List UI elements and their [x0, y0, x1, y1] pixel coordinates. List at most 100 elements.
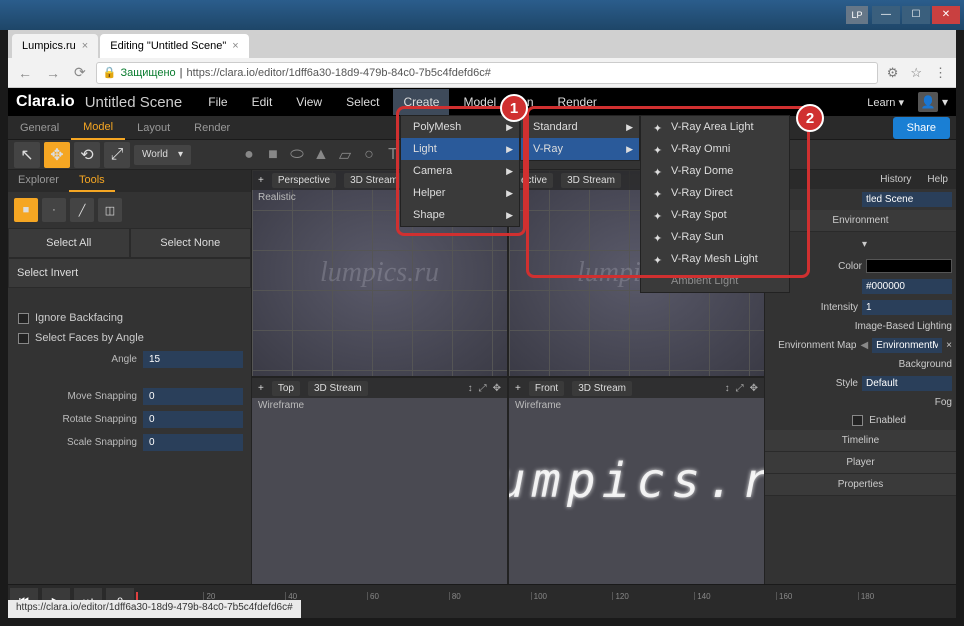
select-all-button[interactable]: Select All: [8, 228, 130, 258]
maximize-button[interactable]: ☐: [902, 6, 930, 24]
menu-vray-area[interactable]: ✦V-Ray Area Light: [641, 116, 789, 138]
style-input[interactable]: [862, 376, 952, 391]
vp-camera-label[interactable]: ective: [515, 173, 553, 188]
menu-render[interactable]: Render: [548, 89, 607, 115]
torus-icon[interactable]: ○: [359, 145, 379, 165]
select-none-button[interactable]: Select None: [130, 228, 252, 258]
tab-tools[interactable]: Tools: [69, 170, 115, 192]
menu-vray-light[interactable]: V-Ray▶: [521, 138, 639, 160]
cylinder-icon[interactable]: ⬭: [287, 145, 307, 165]
share-button[interactable]: Share: [893, 117, 950, 139]
tab-explorer[interactable]: Explorer: [8, 170, 69, 192]
url-box[interactable]: 🔒 Защищено | https://clara.io/editor/1df…: [96, 62, 878, 84]
rotate-snap-input[interactable]: [143, 411, 243, 428]
name-input[interactable]: [862, 192, 952, 207]
menu-vray-omni[interactable]: ✦V-Ray Omni: [641, 138, 789, 160]
menu-camera[interactable]: Camera▶: [401, 160, 519, 182]
menu-file[interactable]: File: [198, 89, 237, 115]
cube-icon[interactable]: ■: [263, 145, 283, 165]
menu-polymesh[interactable]: PolyMesh▶: [401, 116, 519, 138]
vp-add-icon[interactable]: +: [258, 383, 264, 394]
tab-close-icon[interactable]: ×: [232, 40, 238, 52]
vp-stream-label[interactable]: 3D Stream: [561, 173, 621, 188]
menu-learn[interactable]: Learn ▾: [857, 90, 914, 115]
color-hex-input[interactable]: [862, 279, 952, 294]
menu-edit[interactable]: Edit: [242, 89, 283, 115]
viewport-top[interactable]: + Top 3D Stream ↕⤢✥ Wireframe: [252, 378, 507, 584]
vp-expand-icon[interactable]: ⤢: [479, 383, 487, 394]
vp-camera-label[interactable]: Front: [529, 381, 564, 396]
timeline-section[interactable]: Timeline: [765, 430, 956, 452]
user-dropdown-icon[interactable]: ▾: [942, 95, 948, 109]
user-avatar[interactable]: 👤: [918, 92, 938, 112]
vp-cols-icon[interactable]: ↕: [725, 383, 730, 394]
envmap-input[interactable]: [872, 338, 942, 353]
clear-icon[interactable]: ×: [946, 340, 952, 351]
vp-max-icon[interactable]: ✥: [750, 383, 758, 394]
vp-expand-icon[interactable]: ⤢: [736, 383, 744, 394]
browser-tab[interactable]: Lumpics.ru×: [12, 34, 98, 58]
plane-icon[interactable]: ▱: [335, 145, 355, 165]
object-mode-button[interactable]: ■: [14, 198, 38, 222]
properties-section[interactable]: Properties: [765, 474, 956, 496]
scale-tool[interactable]: ⤢: [104, 142, 130, 168]
coord-space-dropdown[interactable]: World▾: [134, 145, 191, 165]
menu-vray-dome[interactable]: ✦V-Ray Dome: [641, 160, 789, 182]
menu-helper[interactable]: Helper▶: [401, 182, 519, 204]
subtab-layout[interactable]: Layout: [125, 117, 182, 139]
checkbox-icon[interactable]: [18, 333, 29, 344]
select-invert-button[interactable]: Select Invert: [8, 258, 251, 288]
vp-cols-icon[interactable]: ↕: [468, 383, 473, 394]
cursor-tool[interactable]: ↖: [14, 142, 40, 168]
menu-shape[interactable]: Shape▶: [401, 204, 519, 226]
chevron-down-icon[interactable]: ▾: [862, 239, 867, 250]
move-tool[interactable]: ✥: [44, 142, 70, 168]
fog-enabled-checkbox[interactable]: [852, 415, 863, 426]
edge-mode-button[interactable]: ╱: [70, 198, 94, 222]
menu-create[interactable]: Create: [393, 89, 449, 115]
browser-tab[interactable]: Editing "Untitled Scene"×: [100, 34, 248, 58]
menu-select[interactable]: Select: [336, 89, 389, 115]
scale-snap-input[interactable]: [143, 434, 243, 451]
face-mode-button[interactable]: ◫: [98, 198, 122, 222]
translate-icon[interactable]: ⚙: [884, 65, 902, 81]
checkbox-icon[interactable]: [18, 313, 29, 324]
rp-tab-help[interactable]: Help: [919, 170, 956, 189]
forward-button[interactable]: →: [42, 65, 64, 81]
subtab-general[interactable]: General: [8, 117, 71, 139]
close-button[interactable]: ✕: [932, 6, 960, 24]
menu-vray-direct[interactable]: ✦V-Ray Direct: [641, 182, 789, 204]
menu-vray-mesh[interactable]: ✦V-Ray Mesh Light: [641, 248, 789, 270]
tab-close-icon[interactable]: ×: [82, 40, 88, 52]
minimize-button[interactable]: —: [872, 6, 900, 24]
ignore-backfacing-row[interactable]: Ignore Backfacing: [8, 308, 251, 328]
subtab-model[interactable]: Model: [71, 116, 125, 140]
vp-add-icon[interactable]: +: [258, 175, 264, 186]
environment-section[interactable]: Environment: [765, 210, 956, 232]
rotate-tool[interactable]: ⟲: [74, 142, 100, 168]
vp-camera-label[interactable]: Perspective: [272, 173, 336, 188]
vp-camera-label[interactable]: Top: [272, 381, 300, 396]
back-button[interactable]: ←: [14, 65, 36, 81]
menu-vray-sun[interactable]: ✦V-Ray Sun: [641, 226, 789, 248]
subtab-render[interactable]: Render: [182, 117, 242, 139]
vp-max-icon[interactable]: ✥: [493, 383, 501, 394]
menu-standard-light[interactable]: Standard▶: [521, 116, 639, 138]
color-swatch[interactable]: [866, 259, 952, 273]
select-faces-row[interactable]: Select Faces by Angle: [8, 328, 251, 348]
sphere-icon[interactable]: ●: [239, 145, 259, 165]
menu-model[interactable]: Model: [453, 89, 506, 115]
player-section[interactable]: Player: [765, 452, 956, 474]
move-snap-input[interactable]: [143, 388, 243, 405]
bookmark-icon[interactable]: ☆: [907, 65, 925, 81]
vp-stream-label[interactable]: 3D Stream: [572, 381, 632, 396]
menu-icon[interactable]: ⋮: [931, 65, 950, 81]
cone-icon[interactable]: ▲: [311, 145, 331, 165]
vertex-mode-button[interactable]: ·: [42, 198, 66, 222]
menu-light[interactable]: Light▶: [401, 138, 519, 160]
menu-ambient-light[interactable]: Ambient Light: [641, 270, 789, 292]
viewport-front[interactable]: + Front 3D Stream ↕⤢✥ Wireframe lumpics.…: [509, 378, 764, 584]
vp-add-icon[interactable]: +: [515, 383, 521, 394]
menu-view[interactable]: View: [286, 89, 332, 115]
intensity-input[interactable]: [862, 300, 952, 315]
